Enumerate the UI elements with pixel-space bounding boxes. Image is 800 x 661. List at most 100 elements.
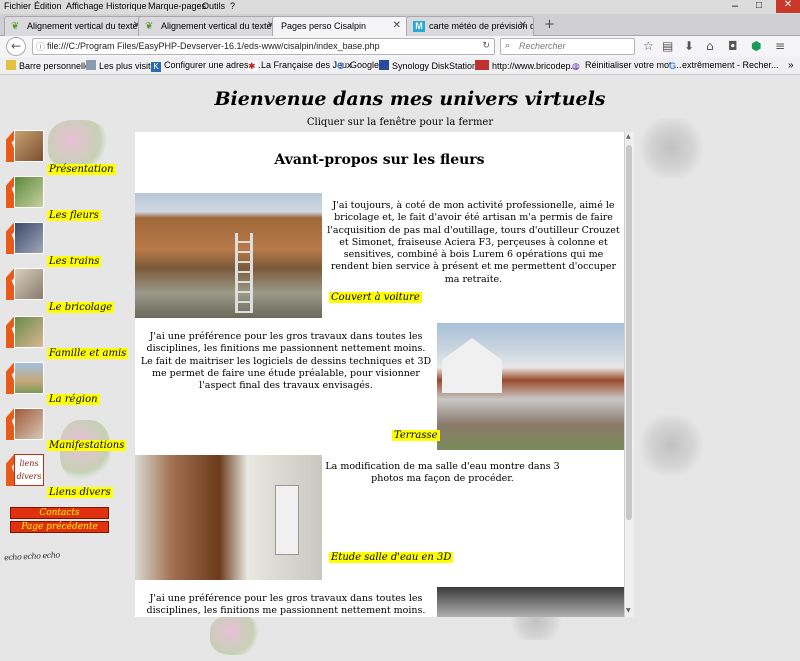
echo-text: echo echo echo [3, 550, 60, 563]
ladder-shape [235, 233, 253, 313]
presentation-thumbnail[interactable] [14, 130, 44, 162]
flowers-thumbnail[interactable] [14, 176, 44, 208]
navigation-bar: ← ⓘ file:///C:/Program Files/EasyPHP-Dev… [0, 36, 800, 57]
bookmarks-bar: Barre personnelle Les plus visités K Conf… [0, 57, 800, 75]
close-window-icon[interactable]: ✕ [776, 0, 800, 13]
carport-photo [135, 193, 322, 318]
back-icon[interactable]: ← [6, 37, 26, 56]
more-bookmarks-icon[interactable]: » [788, 60, 794, 71]
menu-item-trains[interactable]: Les trains [47, 256, 102, 267]
menu-item-region[interactable]: La région [47, 394, 100, 405]
folder-icon [86, 60, 96, 70]
bookmark-item[interactable]: Gextrêmement - Recher... [669, 60, 779, 71]
tab-3[interactable]: Pages perso Cisalpin ✕ [272, 16, 408, 37]
machine-decoration [636, 118, 706, 178]
terrace-photo [437, 323, 624, 450]
menu-item-manifestations[interactable]: Manifestations [47, 440, 127, 451]
menu-affichage[interactable]: Affichage [66, 1, 103, 11]
url-input[interactable]: ⓘ file:///C:/Program Files/EasyPHP-Devse… [32, 38, 495, 55]
fdj-favicon-icon: ✱ [248, 61, 258, 71]
google-icon: G [669, 61, 677, 71]
menu-edition[interactable]: Édition [34, 1, 62, 11]
menu-fichier[interactable]: Fichier [4, 1, 31, 11]
bookmark-item[interactable]: Synology DiskStation ... [379, 60, 487, 71]
synology-icon [379, 60, 389, 70]
maximize-icon[interactable]: □ [756, 0, 762, 11]
manifestations-thumbnail[interactable] [14, 408, 44, 440]
pocket-icon[interactable]: ◘ [728, 39, 738, 53]
globe-icon: ◍ [572, 61, 580, 71]
previous-page-button[interactable]: Page précédente [10, 521, 109, 533]
bookmark-item[interactable]: http://www.bricodep... [475, 60, 578, 71]
scrollbar-thumb[interactable] [626, 145, 632, 520]
leaf-favicon-icon: ❦ [11, 21, 20, 32]
menu-item-famille[interactable]: Famille et amis [47, 348, 129, 359]
bookmark-item[interactable]: Barre personnelle [6, 60, 90, 71]
machine-decoration [636, 415, 706, 475]
interior-photo [437, 587, 624, 617]
scroll-down-icon[interactable]: ▼ [626, 607, 631, 614]
bricodepot-icon [475, 60, 489, 70]
menu-outils[interactable]: Outils [202, 1, 225, 11]
contacts-button[interactable]: Contacts [10, 507, 109, 519]
folder-icon [6, 60, 16, 70]
region-thumbnail[interactable] [14, 362, 44, 394]
reload-icon[interactable]: ↻ [482, 40, 490, 51]
house-shape [442, 338, 502, 393]
bookmark-star-icon[interactable]: ☆ [643, 39, 654, 53]
k-favicon-icon: K [151, 62, 161, 72]
scroll-up-icon[interactable]: ▲ [626, 133, 631, 140]
paragraph-1: J'ai toujours, à coté de mon activité pr… [327, 200, 620, 285]
tab-2[interactable]: ❦ Alignement vertical du texte ✕ [138, 16, 282, 36]
search-input[interactable]: ⌕ Rechercher [500, 38, 635, 55]
paragraph-4: J'ai une préférence pour les gros travau… [146, 593, 426, 617]
google-icon: G [337, 61, 345, 71]
paragraph-3: La modification de ma salle d'eau montre… [325, 461, 560, 485]
bookmark-item[interactable]: K Configurer une adress... [151, 60, 261, 72]
close-tab-icon[interactable]: ✕ [393, 20, 401, 31]
tab-bar: ❦ Alignement vertical du texte ✕ ❦ Align… [0, 14, 800, 37]
bricolage-thumbnail[interactable] [14, 268, 44, 300]
hamburger-menu-icon[interactable]: ≡ [775, 39, 785, 53]
page-title: Bienvenue dans mes univers virtuels [214, 88, 606, 110]
caption-carport: Couvert à voiture [329, 292, 422, 303]
info-icon[interactable]: ⓘ [36, 40, 45, 53]
family-thumbnail[interactable] [14, 316, 44, 348]
menu-historique[interactable]: Historique [106, 1, 147, 11]
close-hint[interactable]: Cliquer sur la fenêtre pour la fermer [250, 117, 550, 128]
flower-decoration [48, 120, 108, 170]
washer-shape [275, 485, 299, 555]
search-icon: ⌕ [505, 40, 511, 50]
flower-decoration [210, 615, 260, 655]
url-text: file:///C:/Program Files/EasyPHP-Devserv… [47, 41, 380, 51]
menu-item-bricolage[interactable]: Le bricolage [47, 302, 115, 313]
bookmark-item[interactable]: Les plus visités [86, 60, 160, 71]
new-tab-icon[interactable]: + [544, 17, 555, 32]
menu-item-presentation[interactable]: Présentation [47, 164, 116, 175]
menu-item-liens[interactable]: Liens divers [47, 487, 113, 498]
content-heading: Avant-propos sur les fleurs [274, 152, 485, 168]
minimize-icon[interactable]: – [732, 0, 738, 12]
search-placeholder: Rechercher [519, 41, 566, 51]
leaf-favicon-icon: ❦ [145, 21, 154, 32]
trains-thumbnail[interactable] [14, 222, 44, 254]
caption-terrasse: Terrasse [392, 430, 440, 441]
liens-thumbnail[interactable]: liens divers [14, 454, 44, 486]
close-tab-icon[interactable]: ✕ [519, 20, 527, 31]
tab-1[interactable]: ❦ Alignement vertical du texte ✕ [4, 16, 148, 36]
bookmark-item[interactable]: G Google [337, 60, 379, 71]
tab-4[interactable]: M carte météo de prévision des ✕ [406, 16, 534, 36]
extension-icon[interactable]: ⬢ [751, 39, 761, 53]
tab-title: Alignement vertical du texte [27, 21, 138, 31]
menu-item-fleurs[interactable]: Les fleurs [47, 210, 101, 221]
home-icon[interactable]: ⌂ [706, 39, 714, 53]
menu-aide[interactable]: ? [230, 1, 235, 11]
bathroom-3d-photo [135, 455, 322, 580]
tab-title: Pages perso Cisalpin [281, 21, 367, 31]
download-icon[interactable]: ⬇ [684, 39, 694, 53]
menu-marque-pages[interactable]: Marque-pages [148, 1, 206, 11]
clipboard-icon[interactable]: ▤ [662, 39, 673, 53]
bookmark-item[interactable]: ◍ Réinitialiser votre mot ... [572, 60, 682, 71]
paragraph-2: J'ai une préférence pour les gros travau… [140, 331, 432, 392]
tab-title: Alignement vertical du texte [161, 21, 272, 31]
